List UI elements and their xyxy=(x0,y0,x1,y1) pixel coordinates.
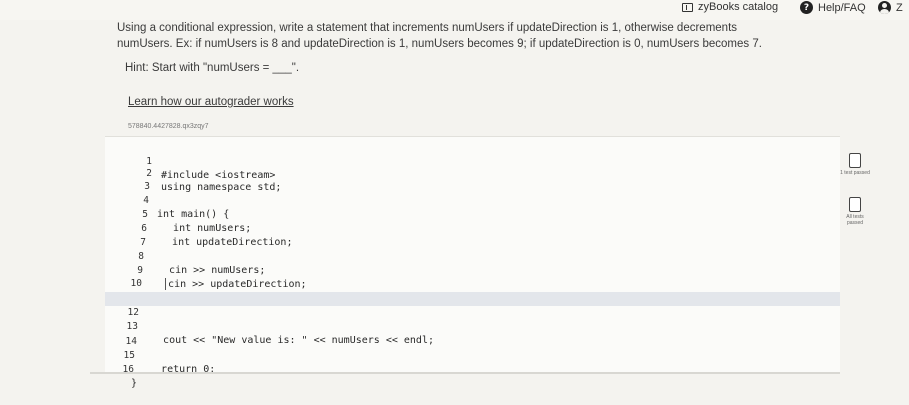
hint-text: Hint: Start with "numUsers = ___". xyxy=(125,62,300,74)
code-line[interactable]: 6 int updateDirection; xyxy=(105,208,840,248)
zybooks-catalog-link[interactable]: zyBooks catalog xyxy=(682,1,778,13)
code-line[interactable]: 10 xyxy=(105,263,840,289)
test-status-label: 1 test passed xyxy=(840,170,870,176)
learn-autograder-link[interactable]: Learn how our autograder works xyxy=(128,96,294,108)
code-line[interactable]: 16 } xyxy=(105,349,840,389)
code-line[interactable]: 4 int main() { xyxy=(105,180,840,220)
test-checkbox-icon xyxy=(849,153,861,168)
test-status-label: All tests passed xyxy=(846,214,864,226)
user-menu[interactable]: Z xyxy=(878,1,903,14)
code-text: return 0; xyxy=(143,364,216,375)
code-line[interactable]: 5 int numUsers; xyxy=(105,194,840,234)
code-line[interactable]: 15 return 0; xyxy=(105,335,840,375)
instruction-line-1: Using a conditional expression, write a … xyxy=(117,22,738,34)
code-line[interactable]: 14 xyxy=(105,321,840,347)
code-line[interactable]: 9 cin >> updateDirection; xyxy=(105,250,840,290)
code-line[interactable]: 7 xyxy=(105,222,840,248)
avatar-icon xyxy=(878,1,891,14)
code-line[interactable]: 11 xyxy=(105,278,840,304)
instruction-line-2: numUsers. Ex: if numUsers is 8 and updat… xyxy=(117,38,762,50)
user-label: Z xyxy=(896,1,903,14)
catalog-label: zyBooks catalog xyxy=(698,1,779,13)
code-line[interactable]: 3 xyxy=(105,166,840,192)
test-checkbox-icon xyxy=(849,197,861,212)
code-line-active[interactable]: 12 xyxy=(105,292,840,318)
help-label: Help/FAQ xyxy=(818,1,866,14)
help-icon: ? xyxy=(800,1,813,14)
test-status-1: 1 test passed xyxy=(840,153,870,176)
challenge-id: 578840.4427828.qx3zqy7 xyxy=(128,123,209,130)
book-icon xyxy=(682,2,693,12)
text-cursor xyxy=(165,278,171,290)
code-editor[interactable]: 1 #include <iostream> 2 using namespace … xyxy=(105,136,840,389)
code-line[interactable]: 2 using namespace std; xyxy=(105,153,840,193)
top-bar: zyBooks catalog ? Help/FAQ Z xyxy=(0,0,909,20)
challenge-instructions: Using a conditional expression, write a … xyxy=(117,20,817,52)
code-line[interactable]: 13 cout << "New value is: " << numUsers … xyxy=(105,306,840,346)
help-faq-link[interactable]: ? Help/FAQ xyxy=(800,1,866,14)
code-text: } xyxy=(131,378,138,389)
code-line[interactable]: 8 cin >> numUsers; xyxy=(105,236,840,276)
line-number: 16 xyxy=(122,364,134,375)
editor-bottom-border xyxy=(90,372,840,374)
test-status-2: All tests passed xyxy=(840,197,870,226)
